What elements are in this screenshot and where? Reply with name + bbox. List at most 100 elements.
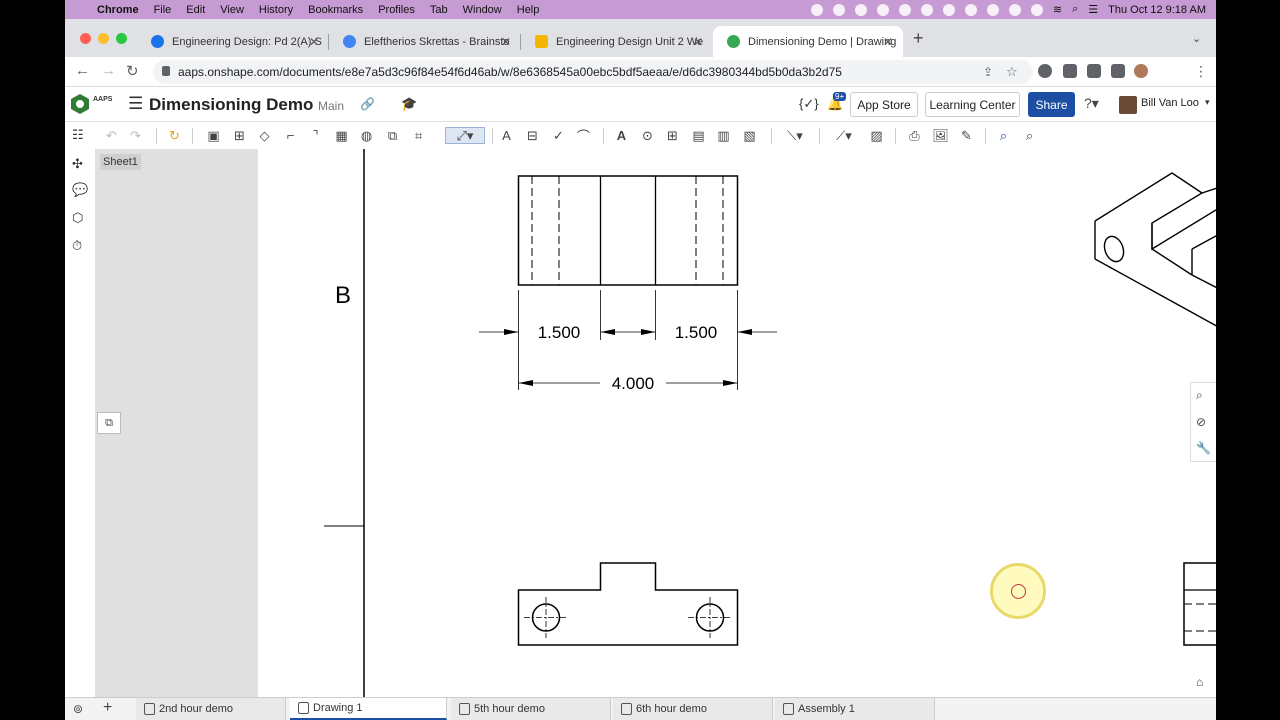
onshape-logo-icon[interactable] [69, 93, 91, 115]
auxiliary-view-icon[interactable]: ◇ [256, 127, 273, 144]
projected-view-icon[interactable]: ⊞ [231, 127, 248, 144]
dimension-tool-button[interactable]: ⤢▾ [445, 127, 485, 144]
dimension-left-width[interactable]: 1.500 [538, 323, 581, 342]
wrench-icon[interactable]: 🔧 [1196, 441, 1212, 457]
wifi-icon[interactable]: ≋ [1053, 3, 1062, 16]
break-view-icon[interactable]: ⧉ [384, 127, 401, 144]
close-tab-icon[interactable]: ✕ [883, 35, 893, 49]
document-title[interactable]: Dimensioning Demo [149, 95, 313, 115]
status-icon[interactable] [964, 3, 977, 16]
status-icon[interactable] [876, 3, 889, 16]
tab-2nd-hour-demo[interactable]: 2nd hour demo [136, 698, 286, 720]
redo-icon[interactable]: ↷ [127, 127, 144, 144]
tab-6th-hour-demo[interactable]: 6th hour demo [613, 698, 773, 720]
pencil-icon[interactable]: ✎ [958, 127, 975, 144]
variables-icon[interactable]: {✓} [799, 96, 819, 112]
status-icon[interactable] [898, 3, 911, 16]
download-icon[interactable] [1087, 64, 1101, 78]
hamburger-menu-icon[interactable]: ☰ [128, 94, 143, 114]
tab-assembly-1[interactable]: Assembly 1 [775, 698, 935, 720]
isometric-view[interactable] [1094, 172, 1216, 351]
hide-show-icon[interactable]: ⊘ [1196, 415, 1212, 431]
menu-edit[interactable]: Edit [186, 4, 205, 16]
back-icon[interactable]: ← [75, 62, 90, 79]
dimension-right-width[interactable]: 1.500 [675, 323, 718, 342]
top-view[interactable] [517, 562, 739, 646]
properties-icon[interactable]: ⌂ [1196, 675, 1203, 689]
bom-table-icon[interactable]: ▤ [690, 127, 707, 144]
datum-icon[interactable]: ⊙ [639, 127, 656, 144]
clock[interactable]: Thu Oct 12 9:18 AM [1108, 4, 1206, 16]
control-center-icon[interactable]: ☰ [1088, 3, 1098, 16]
tab-drawing-1[interactable]: Drawing 1 [290, 698, 447, 720]
menu-window[interactable]: Window [463, 4, 502, 16]
menu-help[interactable]: Help [517, 4, 540, 16]
status-icon[interactable] [854, 3, 867, 16]
close-window-icon[interactable] [80, 33, 91, 44]
browser-tab[interactable]: Engineering Design: Pd 2(A) S ✕ [137, 26, 329, 57]
user-avatar[interactable] [1119, 96, 1137, 114]
extensions-puzzle-icon[interactable] [1063, 64, 1077, 78]
status-icon[interactable] [942, 3, 955, 16]
link-icon[interactable]: 🔗 [360, 97, 375, 111]
close-tab-icon[interactable]: ✕ [693, 35, 703, 49]
tab-manager-icon[interactable]: ⊚ [73, 702, 83, 716]
undo-icon[interactable]: ↶ [103, 127, 120, 144]
section-view-icon[interactable]: ⌐ [282, 127, 299, 144]
workspace-name[interactable]: Main [318, 99, 344, 113]
menu-app-name[interactable]: Chrome [97, 4, 139, 16]
tab-search-chevron-icon[interactable]: ⌄ [1192, 32, 1201, 45]
dimension-overall-width[interactable]: 4.000 [612, 374, 655, 393]
status-icon[interactable] [1008, 3, 1021, 16]
feature-tree-icon[interactable]: ☷ [72, 127, 88, 143]
zoom-window-icon[interactable] [116, 33, 127, 44]
bookmark-star-icon[interactable]: ☆ [1006, 64, 1018, 80]
menu-history[interactable]: History [259, 4, 293, 16]
reload-icon[interactable]: ↻ [126, 62, 139, 80]
lock-icon[interactable] [162, 66, 170, 76]
insert-icon[interactable]: ✣ [72, 156, 88, 172]
table-icon[interactable]: ⊞ [664, 127, 681, 144]
text-icon[interactable]: A [613, 127, 630, 144]
side-view[interactable] [1183, 562, 1216, 646]
menu-file[interactable]: File [154, 4, 172, 16]
app-store-button[interactable]: App Store [850, 92, 918, 117]
zoom-icon[interactable]: ⌕ [1196, 388, 1212, 404]
detail-view-icon[interactable]: ▦ [333, 127, 350, 144]
menu-bookmarks[interactable]: Bookmarks [308, 4, 363, 16]
revision-table-icon[interactable]: ▧ [741, 127, 758, 144]
tab-5th-hour-demo[interactable]: 5th hour demo [451, 698, 611, 720]
comments-icon[interactable]: 💬 [72, 182, 88, 198]
browser-tab[interactable]: Engineering Design Unit 2 We ✕ [521, 26, 713, 57]
update-icon[interactable]: ↻ [166, 127, 183, 144]
menu-profiles[interactable]: Profiles [378, 4, 415, 16]
add-tab-icon[interactable]: + [103, 699, 112, 717]
aligned-section-icon[interactable]: ⌝ [307, 127, 324, 144]
drawing-canvas[interactable]: 1.500 1.500 4.000 B [258, 149, 1216, 697]
menu-tab[interactable]: Tab [430, 4, 448, 16]
part-studio-icon[interactable]: ⬡ [72, 210, 88, 226]
browser-menu-icon[interactable]: ⋮ [1194, 63, 1208, 80]
learning-cap-icon[interactable]: 🎓 [401, 96, 417, 112]
insert-view-icon[interactable]: ▣ [205, 127, 222, 144]
side-panel-icon[interactable] [1111, 64, 1125, 78]
note-icon[interactable]: A [498, 127, 515, 144]
learning-center-button[interactable]: Learning Center [925, 92, 1020, 117]
share-page-icon[interactable]: ⇪ [983, 65, 993, 79]
status-icon[interactable] [920, 3, 933, 16]
profile-avatar-icon[interactable] [1134, 64, 1148, 78]
forward-icon[interactable]: → [101, 62, 116, 79]
history-icon[interactable]: ⏱ [72, 238, 88, 254]
url-field[interactable]: aaps.onshape.com/documents/e8e7a5d3c96f8… [153, 60, 1033, 84]
crop-view-icon[interactable]: ⌗ [410, 127, 427, 144]
status-icon[interactable] [832, 3, 845, 16]
status-icon[interactable] [986, 3, 999, 16]
centerline-tool-icon[interactable]: ⟋▾ [830, 127, 858, 144]
export-dxf-icon[interactable]: ⎙ [906, 127, 923, 144]
menu-view[interactable]: View [220, 4, 244, 16]
extension-icon[interactable] [1038, 64, 1052, 78]
help-icon[interactable]: ?▾ [1084, 95, 1099, 112]
zoom-fit-icon[interactable]: ⌕ [995, 127, 1012, 144]
new-tab-icon[interactable]: + [913, 28, 924, 49]
front-view[interactable] [517, 175, 739, 286]
